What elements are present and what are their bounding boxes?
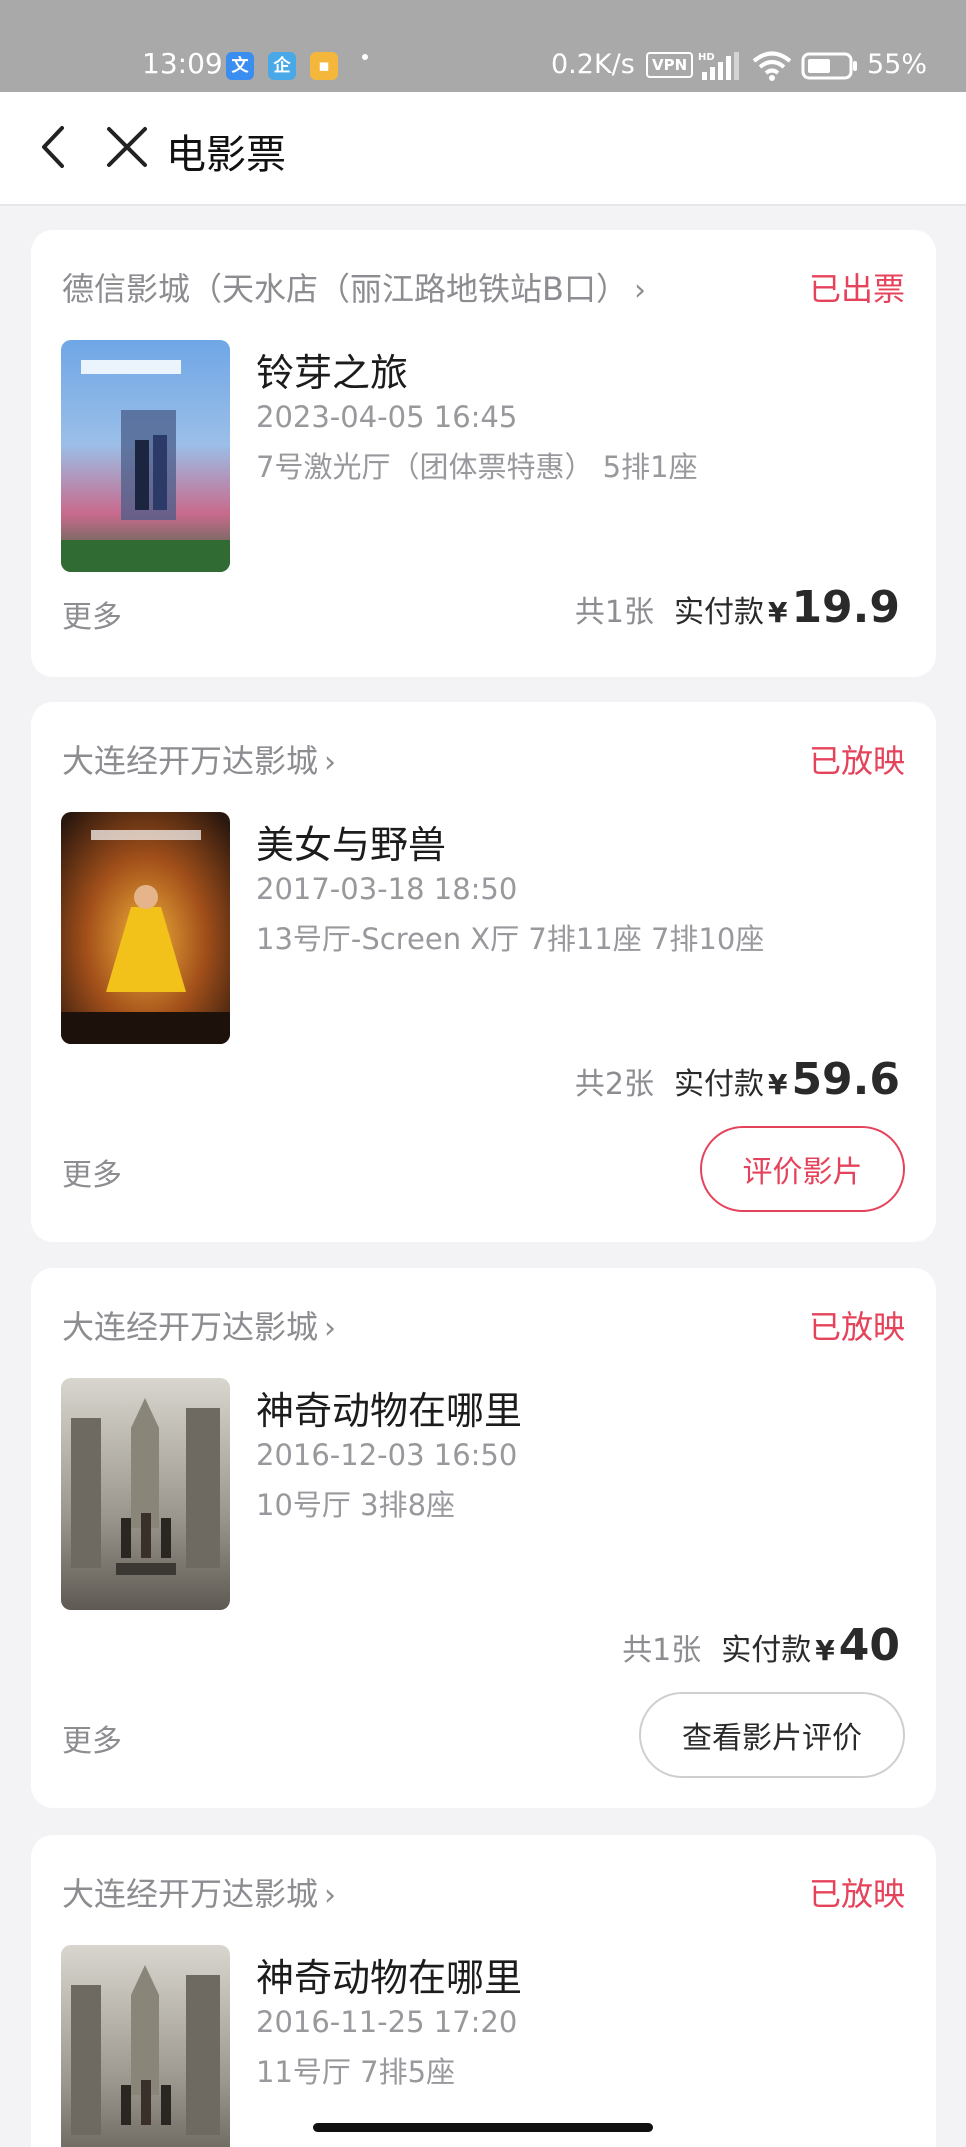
cinema-link[interactable]: 大连经开万达影城 › — [62, 1302, 336, 1348]
ticket-count: 共1张 — [622, 1633, 702, 1668]
status-time: 13:09 — [142, 47, 223, 80]
page-title: 电影票 — [166, 132, 286, 178]
chevron-right-icon: › — [324, 1311, 337, 1346]
paid-label: 实付款 — [721, 1633, 812, 1668]
network-speed: 0.2K/s — [551, 49, 635, 80]
cinema-name: 大连经开万达影城 — [62, 742, 319, 780]
currency-symbol: ¥ — [815, 1634, 835, 1667]
showtime: 2017-03-18 18:50 — [256, 872, 518, 906]
paid-amount: 40 — [838, 1620, 900, 1671]
paid-label: 实付款 — [673, 1067, 764, 1102]
wifi-icon — [752, 51, 792, 81]
hall-seat-info: 10号厅 3排8座 — [256, 1488, 456, 1522]
currency-symbol: ¥ — [767, 1068, 788, 1101]
view-movie-review-button[interactable]: 查看影片评价 — [639, 1692, 905, 1778]
close-icon[interactable] — [104, 124, 150, 170]
ticket-count: 共2张 — [574, 1067, 654, 1102]
showtime: 2016-12-03 16:50 — [256, 1438, 518, 1472]
chevron-right-icon: › — [633, 273, 646, 308]
more-notifications-dot-icon — [362, 54, 368, 60]
ticket-order-card: 大连经开万达影城 › 已放映 美女与野兽 2017-03-18 18:50 13号… — [31, 702, 936, 1242]
price-summary: 共1张 实付款 ¥ 40 — [622, 1620, 900, 1671]
ticket-order-card: 德信影城（天水店（丽江路地铁站B口） › 已出票 铃芽之旅 2023-04-05 … — [31, 230, 936, 677]
more-link[interactable]: 更多 — [62, 592, 122, 636]
signal-icon: HD — [698, 52, 739, 80]
back-arrow-icon[interactable] — [34, 122, 74, 172]
cinema-name: 大连经开万达影城 — [62, 1875, 319, 1913]
more-link[interactable]: 更多 — [62, 1150, 122, 1194]
movie-title: 神奇动物在哪里 — [256, 1389, 523, 1433]
order-status-badge: 已放映 — [808, 1875, 905, 1913]
home-indicator[interactable] — [313, 2123, 653, 2132]
order-status-badge: 已放映 — [808, 1308, 905, 1346]
showtime: 2016-11-25 17:20 — [256, 2005, 518, 2039]
more-link[interactable]: 更多 — [62, 1716, 122, 1760]
rate-movie-button[interactable]: 评价影片 — [700, 1126, 905, 1212]
movie-title: 铃芽之旅 — [256, 351, 409, 395]
qq-notification-icon: 企 — [268, 52, 296, 80]
movie-poster[interactable] — [61, 1945, 230, 2147]
paid-amount: 19.9 — [791, 582, 900, 633]
ticket-count: 共1张 — [574, 595, 654, 630]
movie-poster[interactable] — [61, 340, 230, 572]
hall-seat-info: 13号厅-Screen X厅 7排11座 7排10座 — [256, 922, 765, 956]
vpn-icon: VPN — [646, 52, 694, 78]
chevron-right-icon: › — [324, 1878, 337, 1913]
showtime: 2023-04-05 16:45 — [256, 400, 518, 434]
order-status-badge: 已放映 — [808, 742, 905, 780]
cinema-link[interactable]: 大连经开万达影城 › — [62, 736, 336, 782]
cinema-link[interactable]: 德信影城（天水店（丽江路地铁站B口） › — [62, 264, 646, 310]
movie-title: 神奇动物在哪里 — [256, 1956, 523, 2000]
hall-seat-info: 7号激光厅（团体票特惠） 5排1座 — [256, 450, 698, 484]
paid-amount: 59.6 — [791, 1054, 900, 1105]
currency-symbol: ¥ — [767, 596, 788, 629]
movie-title: 美女与野兽 — [256, 823, 447, 867]
chevron-right-icon: › — [324, 745, 337, 780]
ticket-order-card: 大连经开万达影城 › 已放映 神奇动物在哪里 2016-12-03 16:50 1… — [31, 1268, 936, 1808]
movie-poster[interactable] — [61, 812, 230, 1044]
cinema-name: 大连经开万达影城 — [62, 1308, 319, 1346]
price-summary: 共2张 实付款 ¥ 59.6 — [575, 1054, 900, 1105]
price-summary: 共1张 实付款 ¥ 19.9 — [575, 582, 900, 633]
hall-seat-info: 11号厅 7排5座 — [256, 2055, 456, 2089]
status-bar: 13:09 文 企 ▪ 0.2K/s VPN HD 55% — [0, 0, 966, 92]
alipay-notification-icon: 文 — [226, 52, 254, 80]
top-nav-bar: 电影票 — [0, 92, 966, 206]
svg-text:HD: HD — [698, 52, 715, 63]
cinema-name: 德信影城（天水店（丽江路地铁站B口） — [62, 270, 628, 308]
battery-percent: 55% — [867, 49, 928, 80]
battery-icon — [801, 52, 857, 80]
ticket-order-card: 大连经开万达影城 › 已放映 神奇动物在哪里 2016-11-25 17:20 1… — [31, 1835, 936, 2147]
paid-label: 实付款 — [673, 595, 764, 630]
order-status-badge: 已出票 — [808, 270, 905, 308]
movie-poster[interactable] — [61, 1378, 230, 1610]
cinema-link[interactable]: 大连经开万达影城 › — [62, 1869, 336, 1915]
message-notification-icon: ▪ — [310, 52, 338, 80]
